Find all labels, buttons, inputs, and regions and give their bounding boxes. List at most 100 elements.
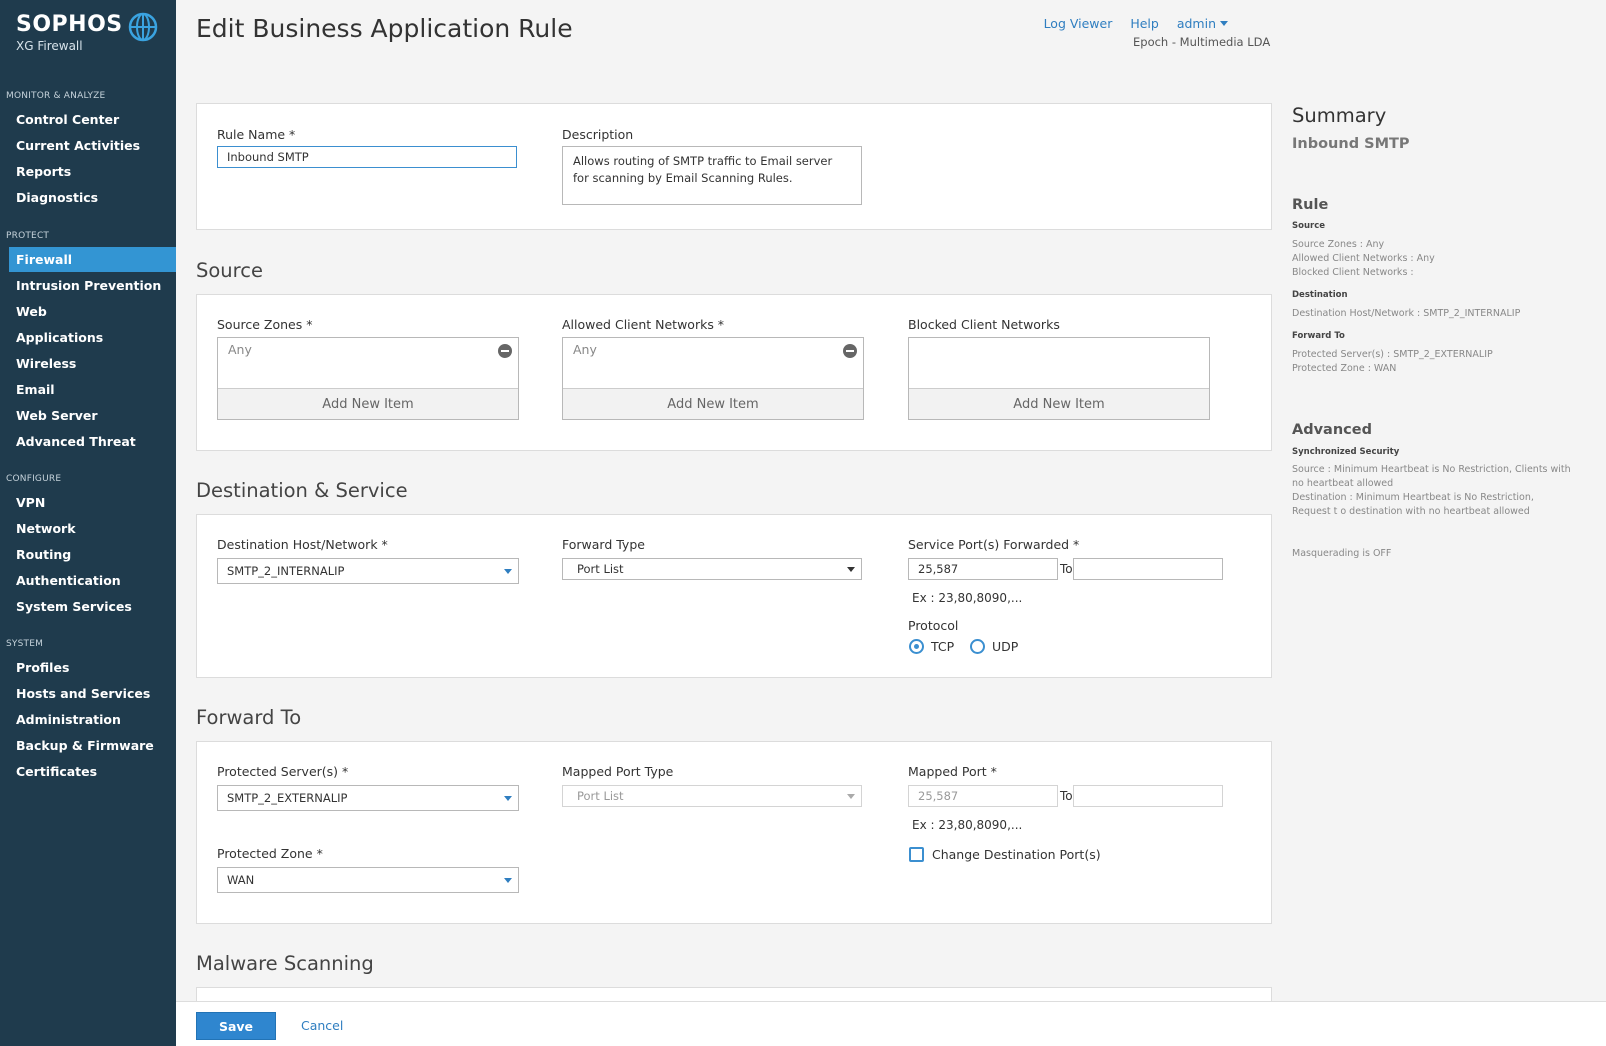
summary-masquerading: Masquerading is OFF xyxy=(1292,548,1392,559)
allowed-networks-item: Any xyxy=(573,342,597,357)
remove-icon[interactable] xyxy=(843,344,857,358)
user-name: admin xyxy=(1176,16,1216,31)
add-new-item-button[interactable]: Add New Item xyxy=(563,388,863,419)
summary-sync-source: Source : Minimum Heartbeat is No Restric… xyxy=(1292,464,1571,489)
sophos-logo: SOPHOS XG Firewall xyxy=(16,12,164,56)
forward-type-label: Forward Type xyxy=(562,537,645,552)
sidebar-item-email[interactable]: Email xyxy=(9,377,176,402)
user-menu[interactable]: admin xyxy=(1177,16,1228,31)
change-destination-label: Change Destination Port(s) xyxy=(932,847,1101,862)
rule-name-label: Rule Name * xyxy=(217,127,296,142)
org-name: Epoch - Multimedia LDA xyxy=(1133,35,1271,49)
protected-servers-label: Protected Server(s) * xyxy=(217,764,349,779)
forward-type-select[interactable]: Port List xyxy=(562,558,862,580)
mapped-port-from-input[interactable]: 25,587 xyxy=(908,785,1058,807)
summary-source-zones: Source Zones : Any xyxy=(1292,239,1385,250)
nav-section-protect: PROTECT xyxy=(6,231,50,241)
protocol-udp-radio[interactable] xyxy=(970,639,985,654)
sidebar-item-web[interactable]: Web xyxy=(9,299,176,324)
sidebar-item-network[interactable]: Network xyxy=(9,516,176,541)
chevron-down-icon xyxy=(847,794,855,799)
sidebar-item-web-server[interactable]: Web Server xyxy=(9,403,176,428)
to-label: To xyxy=(1060,562,1073,576)
sidebar-item-vpn[interactable]: VPN xyxy=(9,490,176,515)
cancel-button[interactable]: Cancel xyxy=(301,1018,343,1033)
source-section-title: Source xyxy=(196,259,263,282)
summary-blocked-networks: Blocked Client Networks : xyxy=(1292,267,1414,278)
mapped-port-to-input[interactable] xyxy=(1073,785,1223,807)
blocked-networks-label: Blocked Client Networks xyxy=(908,317,1060,332)
brand-name: SOPHOS xyxy=(16,12,123,37)
mapped-port-type-value: Port List xyxy=(577,789,624,803)
nav-section-monitor: MONITOR & ANALYZE xyxy=(6,91,106,101)
footer-bar: Save Cancel xyxy=(176,1001,1606,1046)
destination-host-select[interactable]: SMTP_2_INTERNALIP xyxy=(217,558,519,584)
destination-section-title: Destination & Service xyxy=(196,479,408,502)
sidebar-item-profiles[interactable]: Profiles xyxy=(9,655,176,680)
sidebar-item-advanced-threat[interactable]: Advanced Threat xyxy=(9,429,176,454)
forward-type-value: Port List xyxy=(577,562,624,576)
sidebar-item-intrusion-prevention[interactable]: Intrusion Prevention xyxy=(9,273,176,298)
sidebar-item-diagnostics[interactable]: Diagnostics xyxy=(9,185,176,210)
description-label: Description xyxy=(562,127,634,142)
add-new-item-button[interactable]: Add New Item xyxy=(909,388,1209,419)
sidebar-item-authentication[interactable]: Authentication xyxy=(9,568,176,593)
change-destination-checkbox[interactable] xyxy=(909,847,924,862)
summary-allowed-networks: Allowed Client Networks : Any xyxy=(1292,253,1435,264)
protocol-tcp-label: TCP xyxy=(931,639,955,654)
sidebar-item-wireless[interactable]: Wireless xyxy=(9,351,176,376)
summary-sync-destination: Destination : Minimum Heartbeat is No Re… xyxy=(1292,492,1534,517)
summary-sync-heading: Synchronized Security xyxy=(1292,447,1400,457)
sidebar-item-firewall[interactable]: Firewall xyxy=(9,247,176,272)
add-new-item-button[interactable]: Add New Item xyxy=(218,388,518,419)
protocol-tcp-radio[interactable] xyxy=(909,639,924,654)
sidebar-item-administration[interactable]: Administration xyxy=(9,707,176,732)
rule-name-input[interactable]: Inbound SMTP xyxy=(217,146,517,168)
allowed-networks-list: Any Add New Item xyxy=(562,337,864,420)
protocol-label: Protocol xyxy=(908,618,959,633)
help-link[interactable]: Help xyxy=(1130,16,1159,31)
summary-forward-heading: Forward To xyxy=(1292,331,1345,341)
sidebar-item-routing[interactable]: Routing xyxy=(9,542,176,567)
sidebar-item-certificates[interactable]: Certificates xyxy=(9,759,176,784)
service-ports-from-input[interactable]: 25,587 xyxy=(908,558,1058,580)
general-panel: Rule Name * Inbound SMTP Description All… xyxy=(196,103,1272,230)
sidebar-item-control-center[interactable]: Control Center xyxy=(9,107,176,132)
summary-destination-heading: Destination xyxy=(1292,290,1348,300)
page-title: Edit Business Application Rule xyxy=(196,14,573,43)
protected-zone-select[interactable]: WAN xyxy=(217,867,519,893)
mapped-port-hint: Ex : 23,80,8090,... xyxy=(912,818,1023,832)
chevron-down-icon xyxy=(504,878,512,883)
mapped-port-type-select[interactable]: Port List xyxy=(562,785,862,807)
summary-rule-name: Inbound SMTP xyxy=(1292,136,1410,152)
product-name: XG Firewall xyxy=(16,39,83,53)
description-textarea[interactable]: Allows routing of SMTP traffic to Email … xyxy=(562,146,862,205)
to-label: To xyxy=(1060,789,1073,803)
destination-panel: Destination Host/Network * SMTP_2_INTERN… xyxy=(196,514,1272,678)
nav-section-system: SYSTEM xyxy=(6,639,44,649)
protected-servers-select[interactable]: SMTP_2_EXTERNALIP xyxy=(217,785,519,811)
save-button[interactable]: Save xyxy=(196,1012,276,1040)
mapped-port-type-label: Mapped Port Type xyxy=(562,764,674,779)
destination-host-label: Destination Host/Network * xyxy=(217,537,388,552)
summary-advanced-heading: Advanced xyxy=(1292,422,1372,438)
sidebar-item-backup-firmware[interactable]: Backup & Firmware xyxy=(9,733,176,758)
service-ports-to-input[interactable] xyxy=(1073,558,1223,580)
protocol-udp-label: UDP xyxy=(992,639,1019,654)
source-zones-item: Any xyxy=(228,342,252,357)
protected-zone-value: WAN xyxy=(227,873,255,887)
summary-rule-heading: Rule xyxy=(1292,197,1329,213)
summary-destination-host: Destination Host/Network : SMTP_2_INTERN… xyxy=(1292,308,1521,319)
remove-icon[interactable] xyxy=(498,344,512,358)
sidebar-item-reports[interactable]: Reports xyxy=(9,159,176,184)
sidebar-item-current-activities[interactable]: Current Activities xyxy=(9,133,176,158)
sidebar-item-applications[interactable]: Applications xyxy=(9,325,176,350)
chevron-down-icon xyxy=(1220,21,1228,26)
sidebar-item-system-services[interactable]: System Services xyxy=(9,594,176,619)
sidebar: SOPHOS XG Firewall MONITOR & ANALYZE Con… xyxy=(0,0,176,1046)
globe-icon xyxy=(128,12,158,42)
log-viewer-link[interactable]: Log Viewer xyxy=(1044,16,1113,31)
sidebar-item-hosts-and-services[interactable]: Hosts and Services xyxy=(9,681,176,706)
summary-protected-servers: Protected Server(s) : SMTP_2_EXTERNALIP xyxy=(1292,349,1493,360)
ports-hint: Ex : 23,80,8090,... xyxy=(912,591,1023,605)
